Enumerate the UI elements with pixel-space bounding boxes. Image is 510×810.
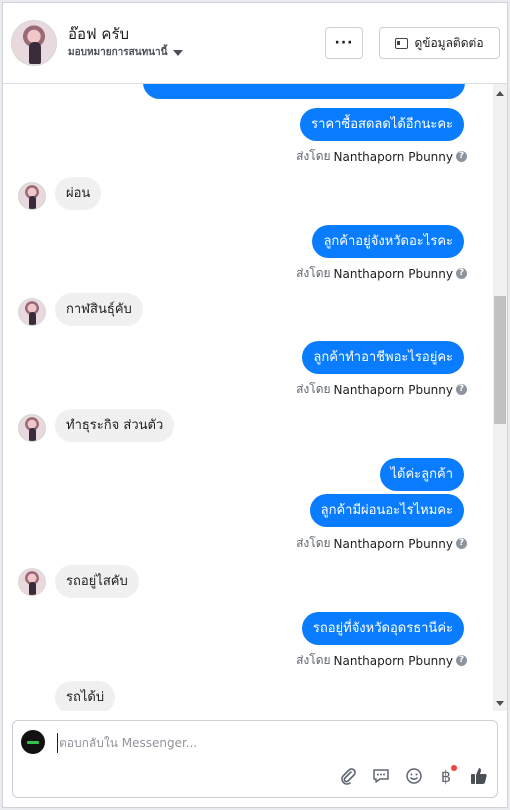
message-bubble-outgoing: ราคาซื้อสดลดได้อีกนะคะ	[300, 108, 464, 141]
scroll-up-arrow-icon[interactable]	[496, 91, 504, 96]
sent-by-line: ส่งโดย Nanthaporn Pbunny ?	[296, 651, 467, 670]
sent-by-line: ส่งโดย Nanthaporn Pbunny ?	[296, 380, 467, 399]
message-bubble-incoming: รถอยู่ไสคับ	[55, 565, 139, 598]
help-icon[interactable]: ?	[456, 268, 467, 279]
sent-by-prefix: ส่งโดย	[296, 266, 331, 280]
contact-card-icon	[395, 37, 409, 49]
caret-down-icon	[173, 49, 184, 56]
more-options-button[interactable]: ···	[325, 27, 363, 59]
conversation-header: อ๊อฟ ครับ มอบหมายการสนทนานี้ ··· ดูข้อมู…	[3, 3, 507, 84]
conversation-panel: อ๊อฟ ครับ มอบหมายการสนทนานี้ ··· ดูข้อมู…	[2, 2, 508, 808]
thumbs-up-icon[interactable]	[468, 765, 490, 787]
sent-by-prefix: ส่งโดย	[296, 149, 331, 163]
contact-avatar-small	[18, 298, 46, 326]
contact-name[interactable]: อ๊อฟ ครับ	[68, 22, 129, 46]
sender-name: Nanthaporn Pbunny	[333, 149, 453, 164]
sent-by-line: ส่งโดย Nanthaporn Pbunny ?	[296, 534, 467, 553]
sent-by-prefix: ส่งโดย	[296, 536, 331, 550]
message-bubble-outgoing: ลูกค้าอยู่จังหวัดอะไรคะ	[312, 225, 464, 258]
paperclip-icon[interactable]	[337, 765, 359, 787]
message-bubble-outgoing: ลูกค้ามีผ่อนอะไรไหมคะ	[309, 494, 464, 527]
sender-name: Nanthaporn Pbunny	[333, 536, 453, 551]
reply-composer: ฿	[12, 720, 498, 798]
scroll-down-arrow-icon[interactable]	[496, 701, 504, 706]
message-bubble-incoming: รถได้บ่	[55, 681, 116, 711]
smiley-icon[interactable]	[403, 765, 425, 787]
sent-by-prefix: ส่งโดย	[296, 653, 331, 667]
view-contact-label: ดูข้อมูลติดต่อ	[414, 35, 484, 50]
reply-input[interactable]	[57, 733, 479, 753]
message-bubble-outgoing: ได้ค่ะลูกค้า	[379, 458, 464, 491]
view-contact-button[interactable]: ดูข้อมูลติดต่อ	[379, 27, 500, 59]
message-scrollbar[interactable]	[493, 84, 507, 711]
message-bubble-incoming: กาฬสินธุ์คับ	[55, 293, 143, 326]
scroll-thumb[interactable]	[494, 296, 506, 424]
message-bubble-outgoing-partial	[143, 84, 465, 99]
sent-by-line: ส่งโดย Nanthaporn Pbunny ?	[296, 264, 467, 283]
help-icon[interactable]: ?	[456, 655, 467, 666]
assign-conversation-dropdown[interactable]: มอบหมายการสนทนานี้	[68, 45, 184, 60]
sender-name: Nanthaporn Pbunny	[333, 266, 453, 281]
message-bubble-outgoing: รถอยู่ที่จังหวัดอุดรธานีค่ะ	[301, 612, 464, 645]
help-icon[interactable]: ?	[456, 151, 467, 162]
message-bubble-outgoing: ลูกค้าทำอาชีพอะไรอยู่คะ	[302, 341, 464, 374]
notification-dot	[451, 765, 457, 771]
message-bubble-incoming: ทำธุระกิจ ส่วนตัว	[55, 409, 175, 442]
message-list[interactable]: ราคาซื้อสดลดได้อีกนะคะ ส่งโดย Nanthaporn…	[3, 84, 493, 711]
help-icon[interactable]: ?	[456, 384, 467, 395]
page-avatar	[21, 730, 45, 754]
baht-icon[interactable]: ฿	[435, 765, 457, 787]
sender-name: Nanthaporn Pbunny	[333, 382, 453, 397]
contact-avatar-small	[18, 414, 46, 442]
more-icon: ···	[334, 35, 354, 51]
chat-bubble-icon[interactable]	[370, 765, 392, 787]
contact-avatar[interactable]	[11, 20, 57, 66]
sent-by-line: ส่งโดย Nanthaporn Pbunny ?	[296, 147, 467, 166]
assign-label: มอบหมายการสนทนานี้	[68, 47, 168, 58]
sender-name: Nanthaporn Pbunny	[333, 653, 453, 668]
message-bubble-incoming: ผ่อน	[55, 177, 102, 210]
contact-avatar-small	[18, 182, 46, 210]
help-icon[interactable]: ?	[456, 538, 467, 549]
sent-by-prefix: ส่งโดย	[296, 382, 331, 396]
contact-avatar-small	[18, 568, 46, 596]
